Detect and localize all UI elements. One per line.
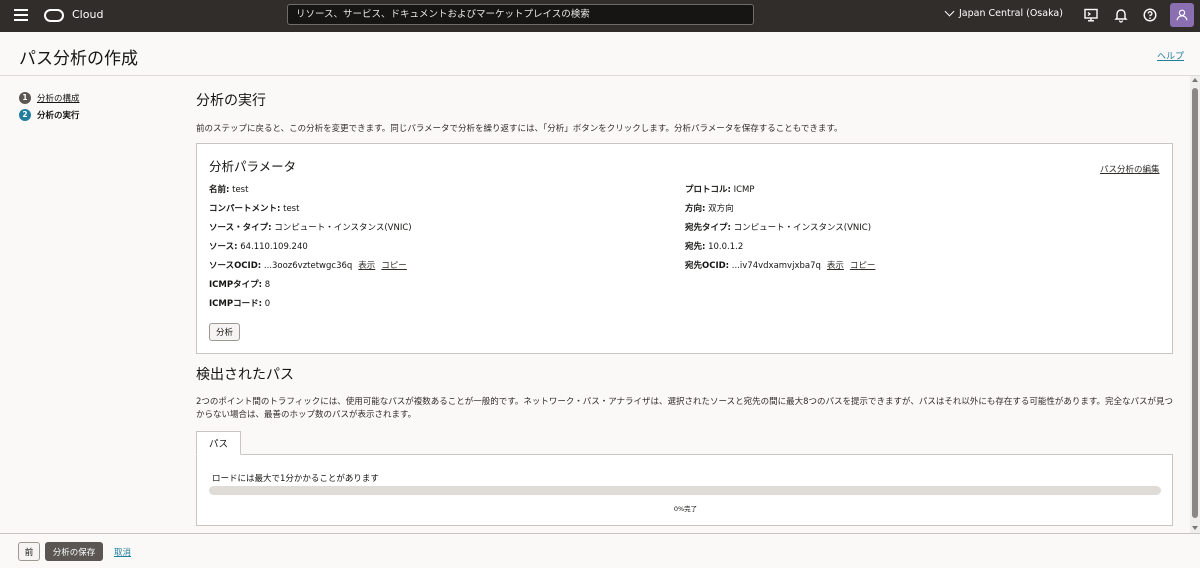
step-run-analysis[interactable]: 2 分析の実行 [19,106,80,123]
help-link[interactable]: ヘルプ [1157,49,1184,62]
param-source-ocid: ソースOCID: ...3ooz6vztetwgc36q 表示 コピー [209,261,407,271]
param-icmp-type: ICMPタイプ: 8 [209,280,271,290]
destination-ocid-copy-link[interactable]: コピー [850,261,876,271]
paths-tab-panel: ロードには最大で1分かかることがあります 0%完了 [196,454,1173,526]
help-icon[interactable] [1142,7,1158,23]
param-destination-type: 宛先タイプ: コンピュート・インスタンス(VNIC) [685,223,872,233]
analyze-button[interactable]: 分析 [209,323,240,341]
param-destination: 宛先: 10.0.1.2 [685,242,744,252]
top-navigation-bar: Cloud リソース、サービス、ドキュメントおよびマーケットプレイスの検索 Ja… [0,0,1200,32]
hamburger-menu-icon[interactable] [14,9,28,21]
tab-paths[interactable]: パス [196,431,241,455]
chevron-down-icon [944,6,955,17]
step-number: 2 [19,108,31,121]
user-avatar[interactable] [1170,3,1194,27]
edit-path-analysis-link[interactable]: パス分析の編集 [1100,163,1160,175]
run-analysis-title: 分析の実行 [196,93,266,109]
brand-name[interactable]: Cloud [72,8,103,21]
page-scrollbar[interactable] [1190,76,1200,533]
loading-message: ロードには最大で1分かかることがあります [212,474,379,484]
analysis-parameters-title: 分析パラメータ [209,159,297,174]
page-header: パス分析の作成 ヘルプ [0,32,1200,76]
save-analysis-button[interactable]: 分析の保存 [45,542,103,561]
progress-bar [209,486,1161,495]
step-label: 分析の実行 [37,110,80,121]
user-icon [1176,9,1188,21]
search-input[interactable]: リソース、サービス、ドキュメントおよびマーケットプレイスの検索 [287,4,754,25]
cancel-link[interactable]: 取消 [114,546,131,558]
step-number: 1 [19,91,31,104]
cloud-shell-icon[interactable] [1083,7,1099,23]
source-ocid-show-link[interactable]: 表示 [358,261,375,271]
scroll-down-arrow-icon[interactable] [1192,526,1198,530]
bell-icon[interactable] [1113,7,1129,23]
param-name: 名前: test [209,185,249,195]
param-source: ソース: 64.110.109.240 [209,242,308,252]
detected-paths-title: 検出されたパス [196,367,294,383]
destination-ocid-show-link[interactable]: 表示 [827,261,844,271]
scrollbar-thumb[interactable] [1192,88,1198,518]
param-compartment: コンパートメント: test [209,204,300,214]
previous-button[interactable]: 前 [18,542,40,561]
progress-label: 0%完了 [673,505,698,513]
region-label: Japan Central (Osaka) [959,8,1063,19]
param-protocol: プロトコル: ICMP [685,185,755,195]
page-title: パス分析の作成 [19,49,138,69]
oracle-logo-icon[interactable] [44,9,64,22]
detected-paths-description: 2つのポイント間のトラフィックには、使用可能なパスが複数あることが一般的です。ネ… [196,397,1174,420]
run-analysis-description: 前のステップに戻ると、この分析を変更できます。同じパラメータで分析を繰り返すには… [196,124,843,134]
wizard-steps: 1 分析の構成 2 分析の実行 [19,89,80,123]
param-icmp-code: ICMPコード: 0 [209,299,271,309]
step-label[interactable]: 分析の構成 [37,92,80,104]
param-destination-ocid: 宛先OCID: ...iv74vdxamvjxba7q 表示 コピー [685,261,876,271]
param-direction: 方向: 双方向 [685,204,734,214]
analysis-parameters-card: 分析パラメータ パス分析の編集 名前: test コンパートメント: test … [196,143,1173,354]
param-source-type: ソース・タイプ: コンピュート・インスタンス(VNIC) [209,223,412,233]
step-configure-analysis[interactable]: 1 分析の構成 [19,89,80,106]
wizard-footer: 前 分析の保存 取消 [0,533,1200,568]
region-selector[interactable]: Japan Central (Osaka) [944,6,1063,19]
source-ocid-copy-link[interactable]: コピー [381,261,407,271]
scroll-up-arrow-icon[interactable] [1192,78,1198,82]
